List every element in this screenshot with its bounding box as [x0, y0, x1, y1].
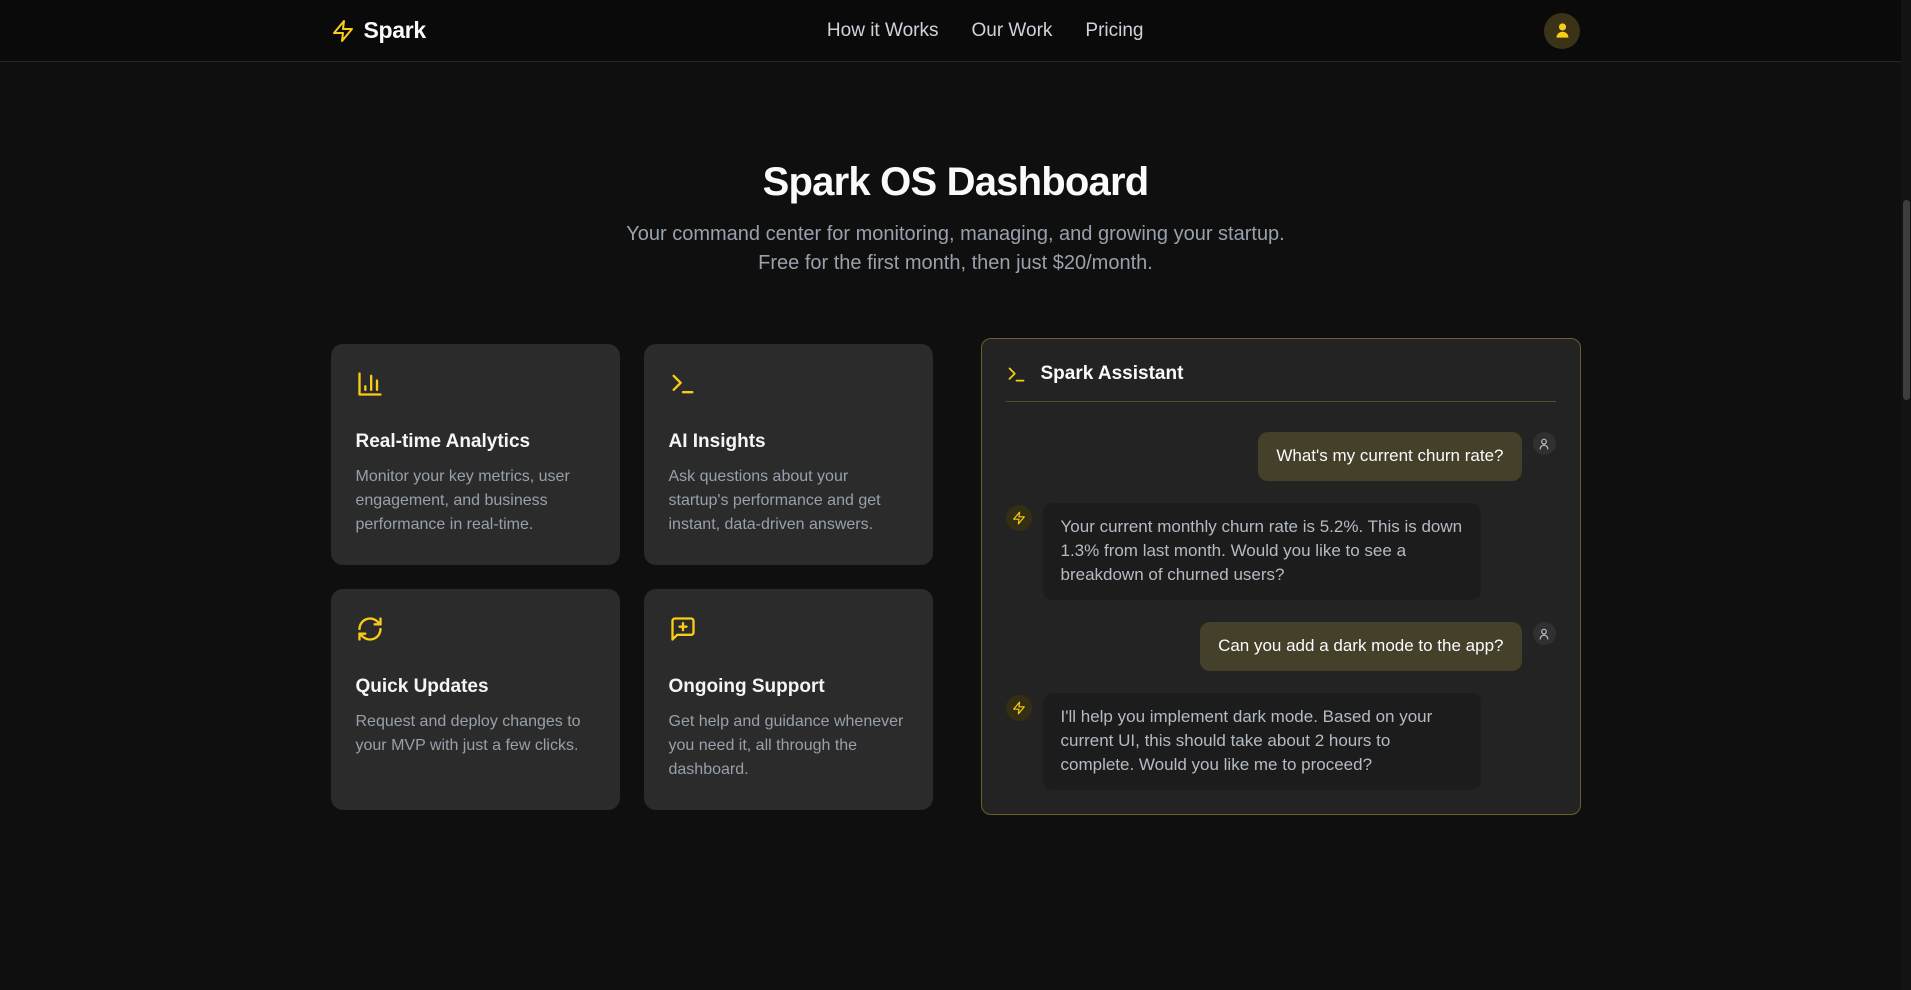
zap-icon: [1012, 511, 1026, 525]
user-icon: [1537, 437, 1551, 451]
assistant-avatar: [1006, 505, 1032, 531]
nav-link[interactable]: Pricing: [1085, 20, 1143, 42]
feature-title: AI Insights: [669, 431, 908, 453]
bar-chart-icon: [356, 370, 384, 398]
assistant-avatar: [1006, 695, 1032, 721]
main-section: Real-time Analytics Monitor your key met…: [331, 338, 1581, 815]
feature-description: Monitor your key metrics, user engagemen…: [356, 465, 595, 537]
chat-bubble: Can you add a dark mode to the app?: [1200, 622, 1521, 671]
brand-logo[interactable]: Spark: [331, 17, 426, 44]
feature-title: Ongoing Support: [669, 676, 908, 698]
zap-icon: [331, 19, 355, 43]
page-title: Spark OS Dashboard: [0, 158, 1911, 206]
brand-name: Spark: [364, 17, 426, 44]
nav-link[interactable]: How it Works: [827, 20, 939, 42]
features-grid: Real-time Analytics Monitor your key met…: [331, 344, 933, 810]
panel-divider: [1006, 401, 1556, 402]
user-icon: [1553, 21, 1572, 40]
terminal-icon: [1006, 364, 1027, 385]
assistant-panel: Spark Assistant What's my current churn …: [981, 338, 1581, 815]
nav-links: How it Works Our Work Pricing: [827, 20, 1144, 42]
chat-bubble: What's my current churn rate?: [1258, 432, 1521, 481]
feature-description: Request and deploy changes to your MVP w…: [356, 710, 595, 758]
navbar: Spark How it Works Our Work Pricing: [0, 0, 1911, 62]
feature-description: Get help and guidance whenever you need …: [669, 710, 908, 782]
feature-card: Quick Updates Request and deploy changes…: [331, 589, 620, 810]
chat-messages: What's my current churn rate? Your curre…: [1006, 432, 1556, 790]
nav-link[interactable]: Our Work: [971, 20, 1052, 42]
hero-section: Spark OS Dashboard Your command center f…: [0, 62, 1911, 278]
chat-message-row: What's my current churn rate?: [1006, 432, 1556, 481]
account-button[interactable]: [1544, 13, 1580, 49]
scrollbar-thumb[interactable]: [1903, 200, 1910, 400]
message-square-plus-icon: [669, 615, 697, 643]
feature-card: AI Insights Ask questions about your sta…: [644, 344, 933, 565]
chat-message-row: Can you add a dark mode to the app?: [1006, 622, 1556, 671]
user-avatar: [1533, 432, 1556, 455]
feature-title: Quick Updates: [356, 676, 595, 698]
zap-icon: [1012, 701, 1026, 715]
refresh-icon: [356, 615, 384, 643]
chat-message-row: I'll help you implement dark mode. Based…: [1006, 693, 1556, 790]
user-avatar: [1533, 622, 1556, 645]
page-subtitle: Your command center for monitoring, mana…: [606, 220, 1306, 278]
chat-message-row: Your current monthly churn rate is 5.2%.…: [1006, 503, 1556, 600]
feature-card: Real-time Analytics Monitor your key met…: [331, 344, 620, 565]
chat-bubble: I'll help you implement dark mode. Based…: [1043, 693, 1481, 790]
scrollbar-track: [1901, 0, 1911, 990]
assistant-panel-title: Spark Assistant: [1041, 363, 1184, 385]
chat-bubble: Your current monthly churn rate is 5.2%.…: [1043, 503, 1481, 600]
user-icon: [1537, 627, 1551, 641]
terminal-icon: [669, 370, 697, 398]
feature-title: Real-time Analytics: [356, 431, 595, 453]
assistant-panel-header: Spark Assistant: [1006, 363, 1556, 385]
feature-card: Ongoing Support Get help and guidance wh…: [644, 589, 933, 810]
feature-description: Ask questions about your startup's perfo…: [669, 465, 908, 537]
